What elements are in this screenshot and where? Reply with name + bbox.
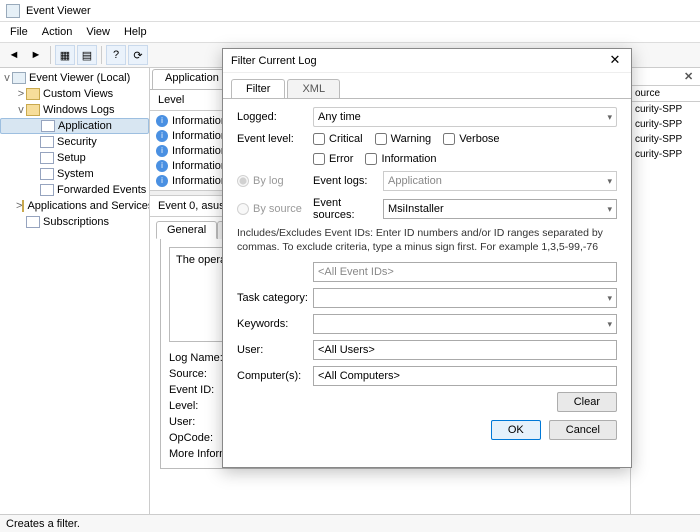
- tree-item[interactable]: Subscriptions: [0, 214, 149, 230]
- clear-button[interactable]: Clear: [557, 392, 617, 412]
- menu-file[interactable]: File: [4, 24, 34, 40]
- dialog-title: Filter Current Log: [231, 55, 317, 67]
- window-title: Event Viewer: [26, 5, 91, 17]
- actions-item: curity-SPP: [631, 102, 700, 117]
- chevron-down-icon: ▾: [607, 112, 612, 123]
- back-button[interactable]: ◄: [4, 45, 24, 65]
- tab-filter[interactable]: Filter: [231, 79, 285, 98]
- tree-item[interactable]: >Custom Views: [0, 86, 149, 102]
- app-icon: [6, 4, 20, 18]
- chevron-down-icon: ▾: [607, 293, 612, 304]
- radio-by-source: By source: [237, 203, 313, 215]
- menubar: File Action View Help: [0, 22, 700, 42]
- tree-item[interactable]: Application: [0, 118, 149, 134]
- radio-by-log: By log: [237, 175, 313, 187]
- tree-item[interactable]: vWindows Logs: [0, 102, 149, 118]
- filter-dialog: Filter Current Log ✕ Filter XML Logged: …: [222, 48, 632, 468]
- event-sources-combo[interactable]: MsiInstaller▾: [383, 199, 617, 219]
- titlebar: Event Viewer: [0, 0, 700, 22]
- tree-item[interactable]: Forwarded Events: [0, 182, 149, 198]
- tree-item[interactable]: Security: [0, 134, 149, 150]
- computer-label: Computer(s):: [237, 370, 313, 382]
- event-sources-label: Event sources:: [313, 197, 383, 221]
- user-input[interactable]: <All Users>: [313, 340, 617, 360]
- tree-root[interactable]: vEvent Viewer (Local): [0, 70, 149, 86]
- logged-combo[interactable]: Any time▾: [313, 107, 617, 127]
- keywords-combo[interactable]: ▾: [313, 314, 617, 334]
- filter-button[interactable]: ▤: [77, 45, 97, 65]
- menu-help[interactable]: Help: [118, 24, 153, 40]
- ok-button[interactable]: OK: [491, 420, 541, 440]
- actions-item: curity-SPP: [631, 147, 700, 162]
- actions-pane: ✕ ourcecurity-SPPcurity-SPPcurity-SPPcur…: [630, 68, 700, 514]
- dialog-close-button[interactable]: ✕: [607, 53, 623, 69]
- actions-item: curity-SPP: [631, 132, 700, 147]
- chk-verbose[interactable]: Verbose: [443, 133, 499, 145]
- tab-general[interactable]: General: [156, 221, 217, 239]
- task-category-combo[interactable]: ▾: [313, 288, 617, 308]
- tree-item[interactable]: System: [0, 166, 149, 182]
- chk-warning[interactable]: Warning: [375, 133, 432, 145]
- actions-item: ource: [631, 86, 700, 102]
- tree-item[interactable]: >Applications and Services Lo: [0, 198, 149, 214]
- nav-tree[interactable]: vEvent Viewer (Local) >Custom ViewsvWind…: [0, 68, 150, 514]
- tree-item[interactable]: Setup: [0, 150, 149, 166]
- task-category-label: Task category:: [237, 292, 313, 304]
- actions-item: curity-SPP: [631, 117, 700, 132]
- event-level-label: Event level:: [237, 133, 313, 145]
- actions-close-icon[interactable]: ✕: [684, 70, 696, 83]
- computer-input[interactable]: <All Computers>: [313, 366, 617, 386]
- chevron-down-icon: ▾: [607, 319, 612, 330]
- level-checkboxes: Critical Warning Verbose Error Informati…: [313, 133, 617, 165]
- chk-critical[interactable]: Critical: [313, 133, 363, 145]
- menu-action[interactable]: Action: [36, 24, 79, 40]
- chk-information[interactable]: Information: [365, 153, 436, 165]
- chevron-down-icon: ▾: [607, 176, 612, 187]
- refresh-button[interactable]: ⟳: [128, 45, 148, 65]
- cancel-button[interactable]: Cancel: [549, 420, 617, 440]
- menu-view[interactable]: View: [80, 24, 116, 40]
- tab-xml[interactable]: XML: [287, 79, 340, 98]
- statusbar: Creates a filter.: [0, 514, 700, 532]
- chk-error[interactable]: Error: [313, 153, 353, 165]
- show-tree-button[interactable]: ▦: [55, 45, 75, 65]
- tab-application[interactable]: Application: [152, 69, 232, 89]
- keywords-label: Keywords:: [237, 318, 313, 330]
- event-ids-input[interactable]: <All Event IDs>: [313, 262, 617, 282]
- help-button[interactable]: ?: [106, 45, 126, 65]
- chevron-down-icon: ▾: [607, 204, 612, 215]
- forward-button[interactable]: ►: [26, 45, 46, 65]
- event-logs-label: Event logs:: [313, 175, 383, 187]
- user-label: User:: [237, 344, 313, 356]
- event-logs-combo: Application▾: [383, 171, 617, 191]
- logged-label: Logged:: [237, 111, 313, 123]
- help-text: Includes/Excludes Event IDs: Enter ID nu…: [237, 227, 617, 254]
